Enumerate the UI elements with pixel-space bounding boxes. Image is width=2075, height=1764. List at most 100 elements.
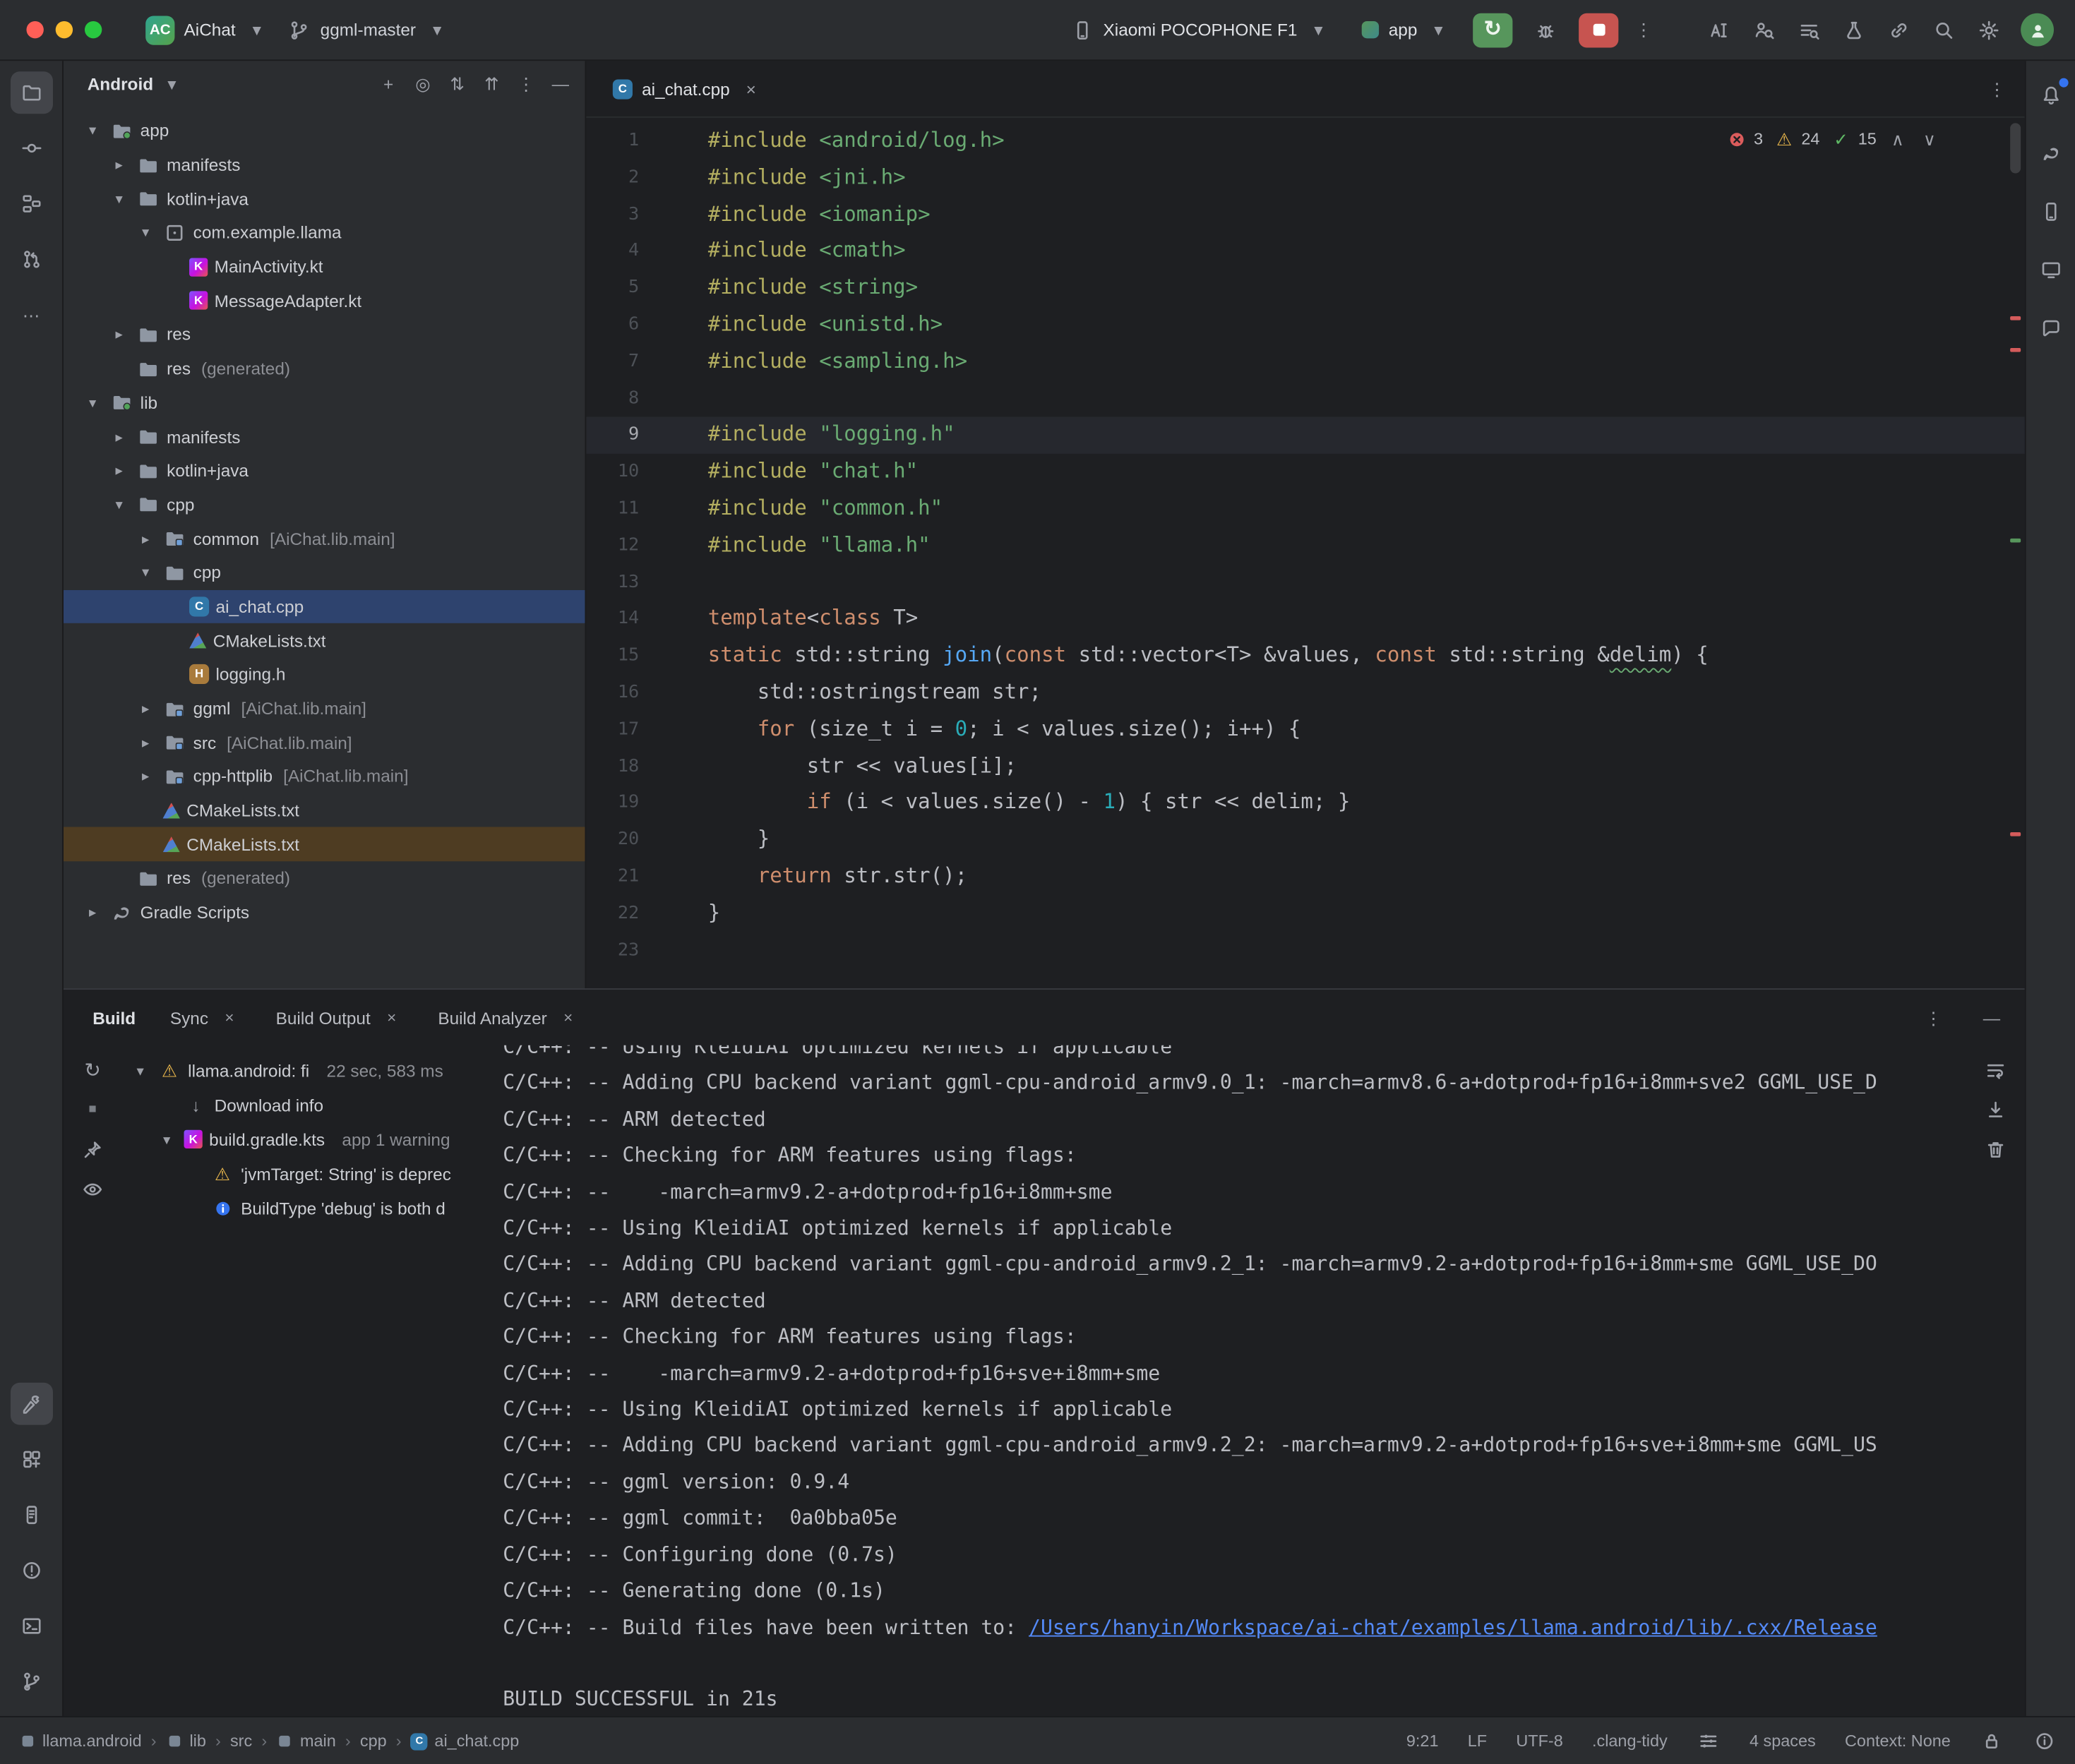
rerun-icon[interactable]: ↻ [80,1058,104,1082]
hide-panel-icon[interactable]: — [549,71,572,95]
code-line-17[interactable]: 17 for (size_t i = 0; i < values.size();… [586,712,2024,748]
code-line-7[interactable]: 7#include <sampling.h> [586,344,2024,380]
scroll-end-icon[interactable] [1984,1098,2008,1122]
device-explorer-tool-button[interactable] [10,1494,52,1536]
tree-item-res[interactable]: res(generated) [64,861,585,895]
chevron-down-icon[interactable]: ▾ [156,1131,177,1148]
tree-item-app[interactable]: ▾app [64,114,585,148]
gradle-button[interactable] [2029,132,2071,174]
code-line-14[interactable]: 14template<class T> [586,601,2024,638]
code-line-11[interactable]: 11#include "common.h" [586,491,2024,527]
breadcrumb-src[interactable]: src [230,1732,252,1751]
flask-button[interactable] [1836,13,1872,47]
chevron-down-icon[interactable]: ▾ [135,224,156,241]
debug-app-button[interactable] [1526,13,1565,47]
tree-item-cpp[interactable]: ▾cpp [64,488,585,522]
build-tree-item-llama-android-fi[interactable]: ▾⚠llama.android: fi22 sec, 583 ms [121,1053,489,1088]
code-line-5[interactable]: 5#include <string> [586,270,2024,307]
panel-options-icon[interactable]: ⋮ [515,71,537,95]
build-tab-build-analyzer[interactable]: Build Analyzer× [438,1006,580,1030]
code-line-15[interactable]: 15static std::string join(const std::vec… [586,638,2024,675]
vcs-branch-selector[interactable]: ggml-master ▾ [278,13,458,47]
code-line-12[interactable]: 12#include "llama.h" [586,527,2024,564]
error-stripe-mark[interactable] [2010,348,2021,352]
terminal-tool-button[interactable] [10,1605,52,1648]
line-ending[interactable]: LF [1468,1732,1487,1751]
code-line-2[interactable]: 2#include <jni.h> [586,160,2024,196]
chevron-right-icon[interactable]: ▸ [135,530,156,547]
chevron-right-icon[interactable]: ▸ [109,156,130,173]
next-problem-icon[interactable]: ∨ [1919,128,1940,150]
file-encoding[interactable]: UTF-8 [1516,1732,1562,1751]
project-selector[interactable]: AC AiChat ▾ [136,10,278,49]
breadcrumb-llama-android[interactable]: llama.android [18,1732,141,1751]
breadcrumb-lib[interactable]: lib [166,1732,206,1751]
problems-tool-button[interactable] [10,1549,52,1592]
more-tools-button[interactable]: ⋯ [10,294,52,336]
code-line-18[interactable]: 18 str << values[i]; [586,748,2024,785]
tree-item-ggml[interactable]: ▸ggml[AiChat.lib.main] [64,692,585,726]
trash-icon[interactable] [1984,1138,2008,1162]
inspections-widget[interactable]: 3 ⚠24 ✓15 ∧ ∨ [1726,128,1940,150]
editor-tab-ai-chat-cpp[interactable]: C ai_chat.cpp × [599,61,776,116]
running-devices-button[interactable] [2029,248,2071,291]
build-tree-item-download-info[interactable]: ↓Download info [121,1088,489,1122]
build-tree-item-jvmtarget-string-is-deprec[interactable]: ⚠'jvmTarget: String' is deprec [121,1156,489,1191]
tree-item-com-example-llama[interactable]: ▾com.example.llama [64,216,585,250]
tree-item-messageadapter-kt[interactable]: KMessageAdapter.kt [64,284,585,318]
code-line-13[interactable]: 13 [586,565,2024,601]
collapse-all-icon[interactable]: ⇈ [480,71,503,95]
pull-requests-tool-button[interactable] [10,238,52,280]
chevron-right-icon[interactable]: ▸ [109,428,130,445]
project-view-selector[interactable]: Android [88,73,153,93]
build-console[interactable]: C/C++: -- Using KleidiAI optimized kerne… [490,1045,1967,1716]
indent-size[interactable]: 4 spaces [1750,1732,1816,1751]
tree-item-logging-h[interactable]: Hlogging.h [64,658,585,692]
chevron-right-icon[interactable]: ▸ [135,768,156,785]
chevron-right-icon[interactable]: ▸ [82,904,103,920]
code-line-10[interactable]: 10#include "chat.h" [586,454,2024,491]
code-line-16[interactable]: 16 std::ostringstream str; [586,675,2024,712]
chevron-right-icon[interactable]: ▸ [135,700,156,717]
panel-options-icon[interactable]: ⋮ [1922,1006,1946,1030]
context-selector[interactable]: Context: None [1845,1732,1951,1751]
close-tab-icon[interactable]: × [739,77,763,101]
search-button[interactable] [1925,13,1962,47]
tree-item-common[interactable]: ▸common[AiChat.lib.main] [64,522,585,556]
chevron-down-icon[interactable]: ▾ [109,496,130,513]
structure-tool-button[interactable] [10,183,52,225]
editor-options-icon[interactable]: ⋮ [1985,77,2009,101]
project-tool-button[interactable] [10,71,52,114]
prev-problem-icon[interactable]: ∧ [1887,128,1908,150]
build-tool-button[interactable] [10,1383,52,1425]
tree-item-cmakelists-txt[interactable]: CMakeLists.txt [64,827,585,861]
code-line-9[interactable]: 9#include "logging.h" [586,417,2024,454]
chevron-down-icon[interactable]: ▾ [82,394,103,411]
device-selector[interactable]: Xiaomi POCOPHONE F1 ▾ [1061,13,1340,47]
error-stripe-mark[interactable] [2010,832,2021,836]
build-tree-item-build-gradle-kts[interactable]: ▾Kbuild.gradle.ktsapp 1 warning [121,1122,489,1156]
stop-app-button[interactable] [1579,13,1618,47]
chevron-right-icon[interactable]: ▸ [109,462,130,479]
hide-panel-icon[interactable]: — [1980,1006,2004,1030]
version-control-tool-button[interactable] [10,1660,52,1703]
code-line-22[interactable]: 22} [586,895,2024,932]
code-line-4[interactable]: 4#include <cmath> [586,234,2024,270]
chevron-down-icon[interactable]: ▾ [109,190,130,207]
more-actions-button[interactable]: ⋮ [1632,18,1656,42]
build-tab-build-output[interactable]: Build Output× [276,1006,404,1030]
close-window-button[interactable] [26,21,43,38]
close-icon[interactable]: × [217,1006,241,1030]
error-stripe-mark[interactable] [2010,316,2021,320]
link-button[interactable] [1880,13,1917,47]
chevron-down-icon[interactable]: ▾ [135,564,156,581]
chevron-right-icon[interactable]: ▸ [135,734,156,751]
minimize-window-button[interactable] [56,21,73,38]
code-line-8[interactable]: 8 [586,380,2024,417]
change-stripe-mark[interactable] [2010,539,2021,543]
resource-manager-tool-button[interactable] [10,1438,52,1480]
chevron-down-icon[interactable]: ▾ [82,122,103,139]
tree-item-res[interactable]: res(generated) [64,352,585,385]
breadcrumb-cpp[interactable]: cpp [360,1732,387,1751]
notifications-button[interactable] [2029,74,2071,116]
